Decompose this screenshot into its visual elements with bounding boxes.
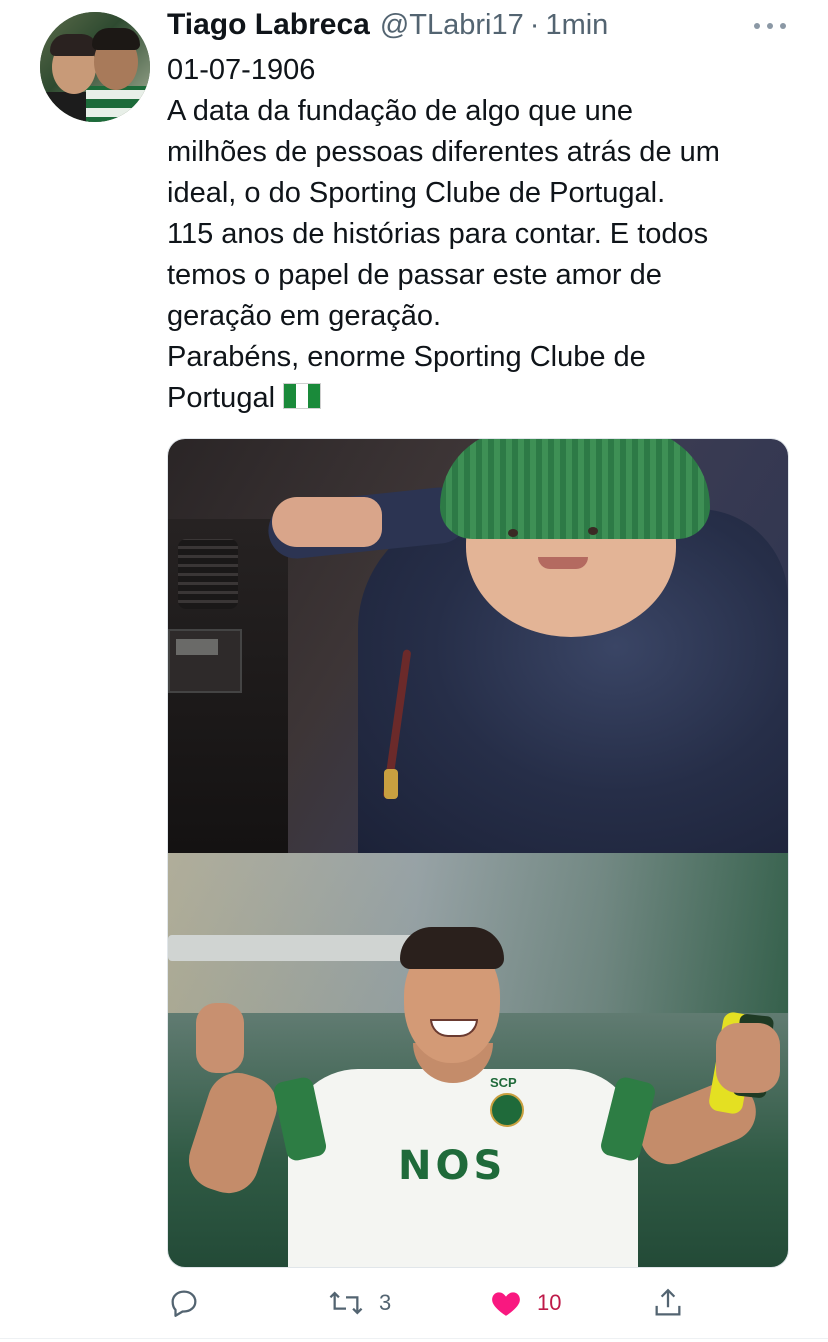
more-dot [780,23,786,29]
tweet-text-line: ideal, o do Sporting Clube de Portugal. [167,177,666,209]
more-dot [767,23,773,29]
like-count: 10 [537,1290,562,1315]
tweet-text-last: Portugal [167,382,276,414]
reply-icon [171,1290,197,1317]
child-hand [272,497,382,547]
retweet-icon [329,1291,363,1315]
heart-icon [492,1292,520,1316]
photo-child-in-car[interactable] [168,439,788,853]
thumbs-up-hand [196,1003,244,1073]
keychain [384,769,398,799]
tweet-text: 01-07-1906 A data da fundação de algo qu… [167,50,807,419]
player-right-hand [716,1023,780,1093]
retweet-button[interactable]: 3 [327,1283,391,1323]
tweet-timestamp[interactable]: 1min [545,9,608,42]
tweet-text-line: milhões de pessoas diferentes atrás de u… [167,136,720,168]
like-button[interactable]: 10 [489,1283,561,1323]
tweet-media[interactable]: SCP NOS [167,438,789,1268]
photo-player-stadium[interactable]: SCP NOS [168,853,788,1267]
player-left-arm [181,1065,285,1201]
share-button[interactable] [651,1283,685,1323]
crest-text: SCP [490,1075,517,1090]
tweet-header: Tiago Labreca @TLabri17 · 1min [167,8,608,44]
avatar-shirt-right [86,86,150,122]
share-icon [655,1288,681,1316]
tweet-text-line: temos o papel de passar este amor de [167,259,662,291]
author-handle[interactable]: @TLabri17 [380,9,524,42]
retweet-count: 3 [379,1290,392,1315]
club-crest-icon [490,1093,524,1127]
child-mouth [538,557,588,569]
tweet-text-line: Portugal [167,378,807,419]
tweet-text-line: geração em geração. [167,300,442,332]
avatar-hair-left [50,34,98,56]
flag-emoji-icon [283,383,322,409]
reply-button[interactable] [167,1283,201,1323]
author-avatar[interactable] [40,12,150,122]
more-dot [754,23,760,29]
stadium-railing [168,935,428,961]
tweet-text-line: 01-07-1906 [167,54,316,86]
author-name[interactable]: Tiago Labreca [167,8,370,42]
tweet-text-line: Parabéns, enorme Sporting Clube de [167,341,646,373]
tweet-actions: 3 10 [167,1283,827,1323]
car-vent [178,539,238,609]
tweet-text-line: 115 anos de histórias para contar. E tod… [167,218,709,250]
avatar-hair-right [92,28,140,50]
avatar-shirt-left [40,92,90,122]
tweet-divider [0,1338,828,1339]
child-green-hat [440,439,710,539]
shirt-sponsor-text: NOS [398,1143,507,1189]
more-options-icon[interactable] [754,14,786,38]
tweet-text-line: A data da fundação de algo que une [167,95,634,127]
header-separator: · [529,9,540,41]
car-radio-display [176,639,218,655]
child-eye [508,529,518,537]
child-eye [588,527,598,535]
player-hair [400,927,504,969]
